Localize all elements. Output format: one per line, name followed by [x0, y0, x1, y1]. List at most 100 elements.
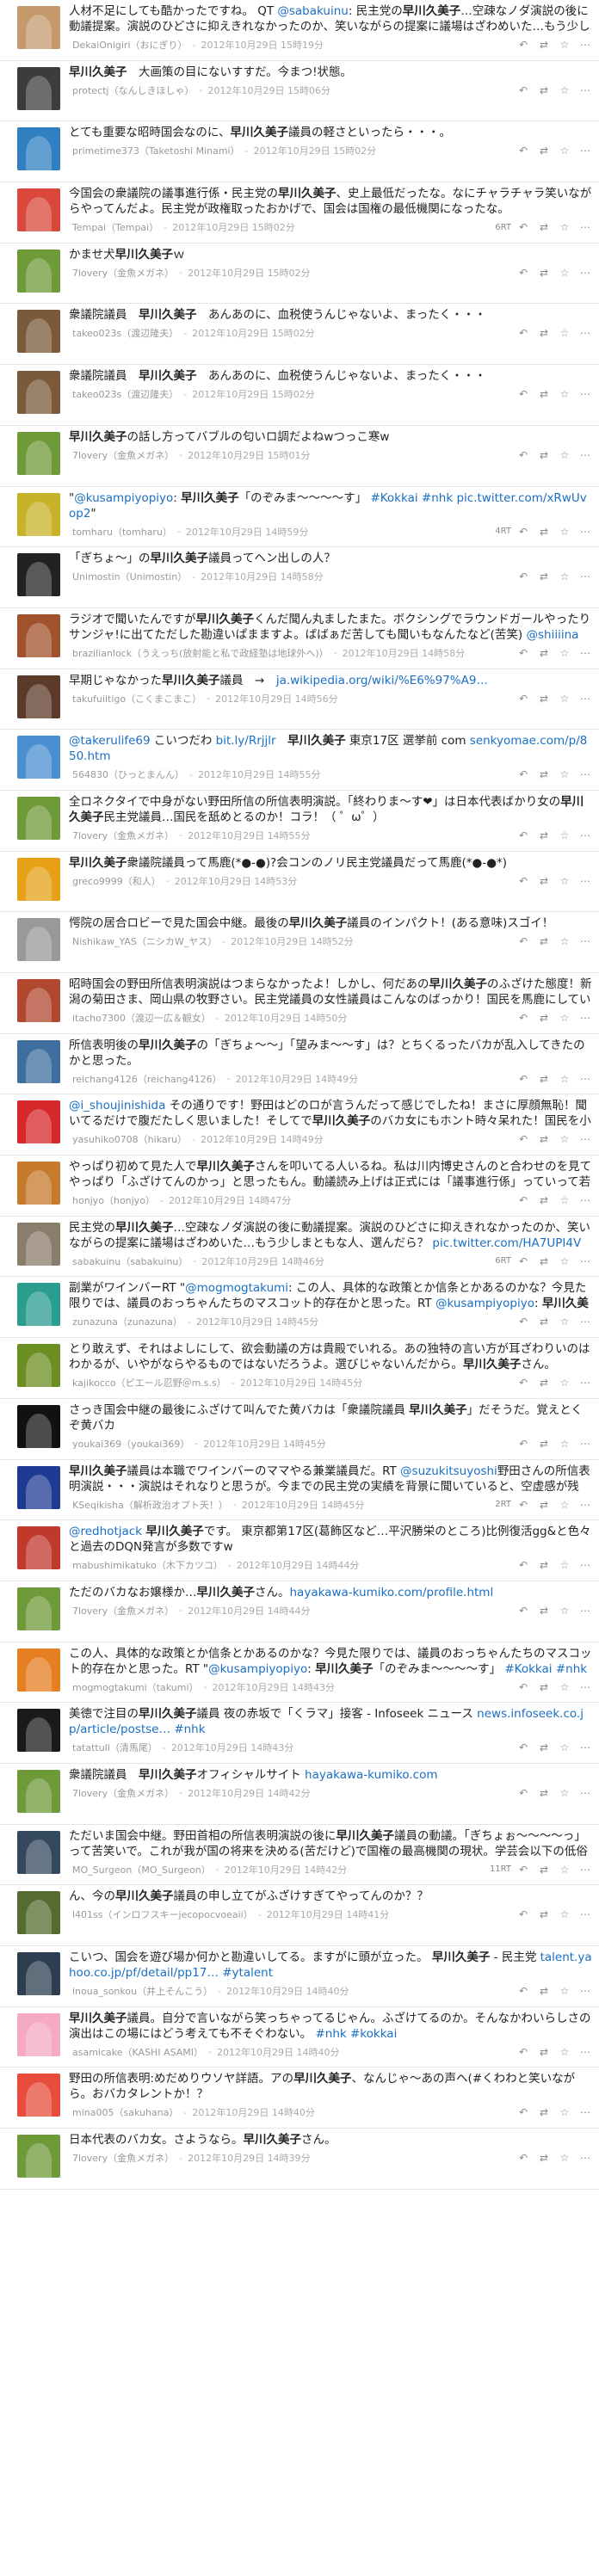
tweet-date[interactable]: 2012年10月29日 15時02分 — [254, 144, 376, 157]
more-icon[interactable]: ⋯ — [578, 145, 592, 157]
tweet-date[interactable]: 2012年10月29日 15時02分 — [192, 387, 314, 401]
retweet-icon[interactable]: ⇄ — [537, 388, 551, 400]
more-icon[interactable]: ⋯ — [578, 1559, 592, 1571]
tweet-date[interactable]: 2012年10月29日 14時45分 — [240, 1376, 362, 1390]
favorite-icon[interactable]: ☆ — [558, 1377, 571, 1389]
reply-icon[interactable]: ↶ — [516, 1499, 530, 1511]
tweet-date[interactable]: 2012年10月29日 14時45分 — [203, 1437, 325, 1451]
tweet-author[interactable]: 7lovery（金魚メガネ） — [72, 829, 174, 842]
tweet-author[interactable]: Nishikaw_YAS（ニシカW_ヤス） — [72, 934, 217, 948]
more-icon[interactable]: ⋯ — [578, 935, 592, 947]
retweet-icon[interactable]: ⇄ — [537, 1741, 551, 1753]
more-icon[interactable]: ⋯ — [578, 1316, 592, 1328]
favorite-icon[interactable]: ☆ — [558, 2152, 571, 2164]
favorite-icon[interactable]: ☆ — [558, 1316, 571, 1328]
favorite-icon[interactable]: ☆ — [558, 1194, 571, 1206]
retweet-icon[interactable]: ⇄ — [537, 693, 551, 705]
tweet-date[interactable]: 2012年10月29日 14時40分 — [217, 2045, 339, 2059]
tweet-date[interactable]: 2012年10月29日 14時39分 — [188, 2151, 310, 2165]
tweet-author[interactable]: mina005（sakuhana） — [72, 2105, 178, 2119]
favorite-icon[interactable]: ☆ — [558, 647, 571, 659]
tweet-author[interactable]: 564830（ひっとまんん） — [72, 767, 184, 781]
more-icon[interactable]: ⋯ — [578, 1012, 592, 1024]
favorite-icon[interactable]: ☆ — [558, 388, 571, 400]
tweet-date[interactable]: 2012年10月29日 14時59分 — [186, 525, 308, 539]
tweet-date[interactable]: 2012年10月29日 14時49分 — [201, 1132, 323, 1146]
favorite-icon[interactable]: ☆ — [558, 1438, 571, 1450]
more-icon[interactable]: ⋯ — [578, 2152, 592, 2164]
reply-icon[interactable]: ↶ — [516, 327, 530, 339]
reply-icon[interactable]: ↶ — [516, 39, 530, 51]
tweet-date[interactable]: 2012年10月29日 15時02分 — [188, 266, 310, 280]
tweet-date[interactable]: 2012年10月29日 14時40分 — [226, 1984, 349, 1998]
retweet-icon[interactable]: ⇄ — [537, 875, 551, 887]
tweet-author[interactable]: MO_Surgeon（MO_Surgeon） — [72, 1863, 211, 1877]
favorite-icon[interactable]: ☆ — [558, 1741, 571, 1753]
favorite-icon[interactable]: ☆ — [558, 327, 571, 339]
more-icon[interactable]: ⋯ — [578, 1787, 592, 1799]
reply-icon[interactable]: ↶ — [516, 1681, 530, 1693]
retweet-icon[interactable]: ⇄ — [537, 1316, 551, 1328]
reply-icon[interactable]: ↶ — [516, 145, 530, 157]
avatar[interactable] — [17, 1587, 60, 1630]
reply-icon[interactable]: ↶ — [516, 267, 530, 279]
reply-icon[interactable]: ↶ — [516, 875, 530, 887]
avatar[interactable] — [17, 1283, 60, 1327]
reply-icon[interactable]: ↶ — [516, 1073, 530, 1085]
more-icon[interactable]: ⋯ — [578, 2046, 592, 2058]
more-icon[interactable]: ⋯ — [578, 526, 592, 538]
reply-icon[interactable]: ↶ — [516, 1559, 530, 1571]
reply-icon[interactable]: ↶ — [516, 1985, 530, 1997]
tweet-date[interactable]: 2012年10月29日 14時44分 — [188, 1604, 310, 1618]
retweet-icon[interactable]: ⇄ — [537, 1605, 551, 1617]
more-icon[interactable]: ⋯ — [578, 829, 592, 841]
tweet-author[interactable]: 7lovery（金魚メガネ） — [72, 448, 174, 462]
avatar[interactable] — [17, 371, 60, 415]
retweet-icon[interactable]: ⇄ — [537, 39, 551, 51]
retweet-icon[interactable]: ⇄ — [537, 1864, 551, 1876]
favorite-icon[interactable]: ☆ — [558, 526, 571, 538]
avatar[interactable] — [17, 675, 60, 718]
reply-icon[interactable]: ↶ — [516, 2152, 530, 2164]
retweet-icon[interactable]: ⇄ — [537, 935, 551, 947]
more-icon[interactable]: ⋯ — [578, 875, 592, 887]
avatar[interactable] — [17, 2074, 60, 2117]
favorite-icon[interactable]: ☆ — [558, 221, 571, 233]
avatar[interactable] — [17, 796, 60, 840]
more-icon[interactable]: ⋯ — [578, 327, 592, 339]
more-icon[interactable]: ⋯ — [578, 1605, 592, 1617]
tweet-author[interactable]: 7lovery（金魚メガネ） — [72, 1604, 174, 1618]
tweet-date[interactable]: 2012年10月29日 15時19分 — [201, 38, 324, 52]
more-icon[interactable]: ⋯ — [578, 221, 592, 233]
favorite-icon[interactable]: ☆ — [558, 693, 571, 705]
retweet-icon[interactable]: ⇄ — [537, 1438, 551, 1450]
retweet-icon[interactable]: ⇄ — [537, 526, 551, 538]
retweet-icon[interactable]: ⇄ — [537, 1559, 551, 1571]
tweet-author[interactable]: protectj（なんしきほしゃ） — [72, 83, 195, 97]
reply-icon[interactable]: ↶ — [516, 449, 530, 461]
tweet-date[interactable]: 2012年10月29日 14時45分 — [196, 1315, 318, 1328]
tweet-author[interactable]: tomharu（tomharu） — [72, 525, 172, 539]
more-icon[interactable]: ⋯ — [578, 267, 592, 279]
tweet-author[interactable]: reichang4126（reichang4126） — [72, 1072, 222, 1086]
more-icon[interactable]: ⋯ — [578, 1681, 592, 1693]
reply-icon[interactable]: ↶ — [516, 1133, 530, 1145]
more-icon[interactable]: ⋯ — [578, 39, 592, 51]
avatar[interactable] — [17, 918, 60, 962]
favorite-icon[interactable]: ☆ — [558, 449, 571, 461]
tweet-date[interactable]: 2012年10月29日 14時45分 — [242, 1498, 364, 1512]
avatar[interactable] — [17, 1465, 60, 1509]
reply-icon[interactable]: ↶ — [516, 388, 530, 400]
retweet-icon[interactable]: ⇄ — [537, 145, 551, 157]
reply-icon[interactable]: ↶ — [516, 84, 530, 96]
tweet-date[interactable]: 2012年10月29日 14時44分 — [237, 1558, 359, 1572]
tweet-date[interactable]: 2012年10月29日 14時55分 — [198, 767, 320, 781]
more-icon[interactable]: ⋯ — [578, 1864, 592, 1876]
avatar[interactable] — [17, 431, 60, 475]
more-icon[interactable]: ⋯ — [578, 1073, 592, 1085]
tweet-author[interactable]: honjyo（honjyo） — [72, 1193, 155, 1207]
tweet-author[interactable]: kajikocco（ピエール忍野＠m.s.s） — [72, 1376, 226, 1390]
more-icon[interactable]: ⋯ — [578, 1438, 592, 1450]
favorite-icon[interactable]: ☆ — [558, 1908, 571, 1920]
retweet-icon[interactable]: ⇄ — [537, 768, 551, 780]
